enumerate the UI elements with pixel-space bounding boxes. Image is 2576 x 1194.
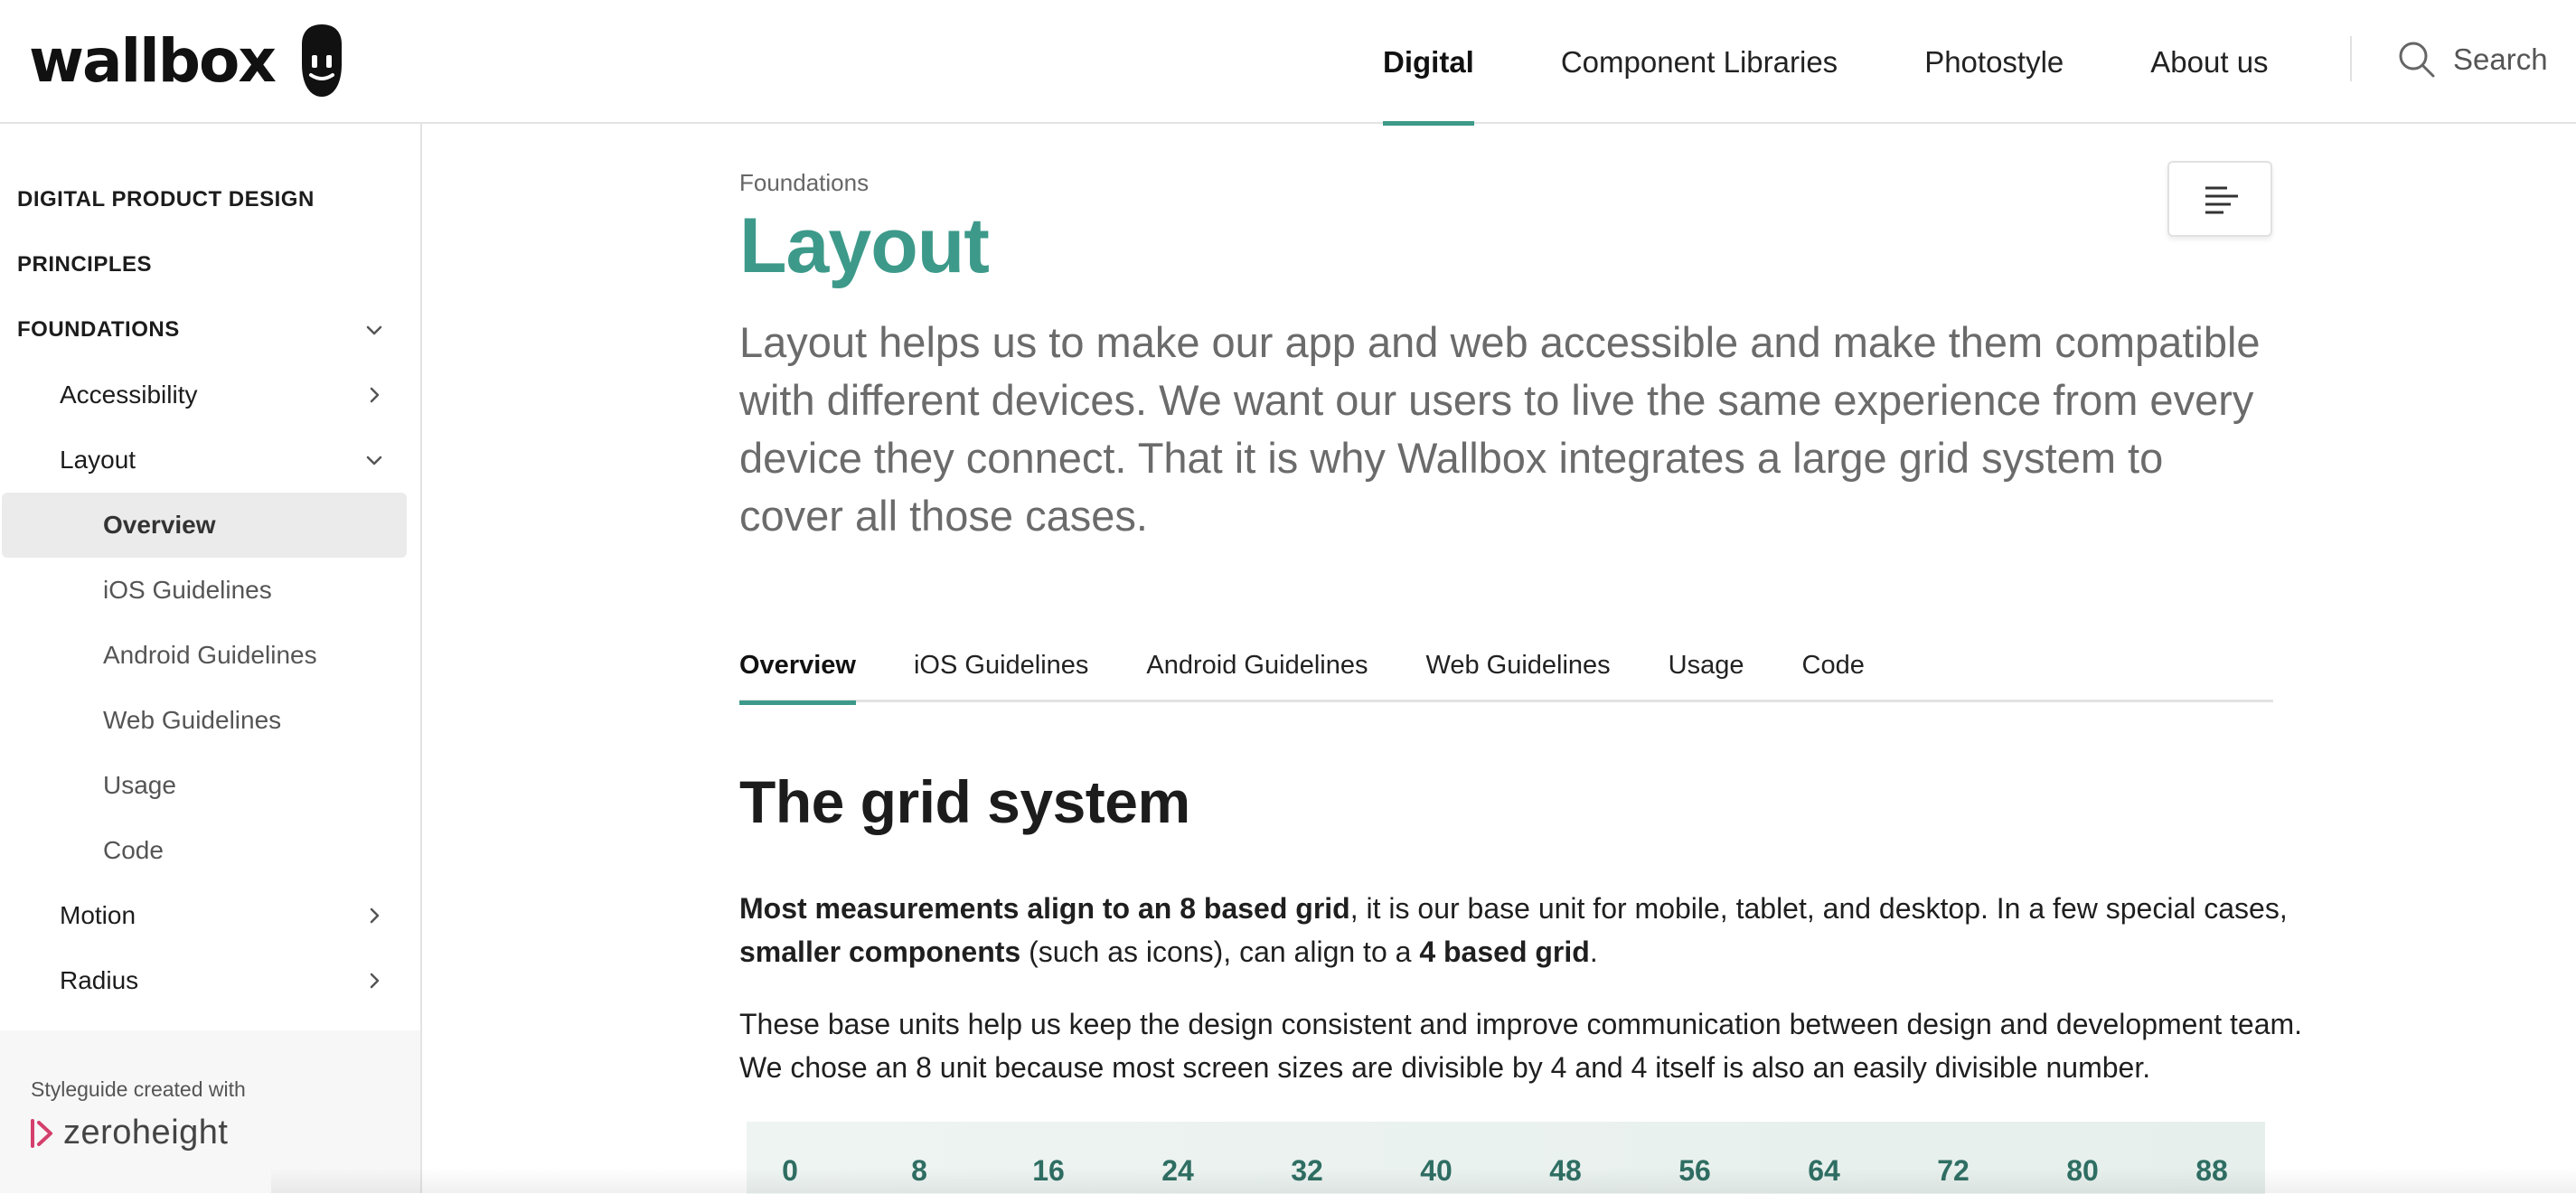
sidebar-item-label: Usage — [103, 771, 176, 799]
sidebar-item-code[interactable]: Code — [2, 818, 407, 883]
bottom-scroll-shadow — [271, 1168, 2576, 1193]
chevron-down-icon — [366, 456, 382, 465]
zeroheight-wordmark: zeroheight — [63, 1114, 229, 1152]
sidebar-item-usage[interactable]: Usage — [2, 753, 407, 818]
sidebar-item-android-guidelines[interactable]: Android Guidelines — [2, 623, 407, 688]
sidebar-item-label: PRINCIPLES — [17, 252, 153, 277]
sidebar-item-ios-guidelines[interactable]: iOS Guidelines — [2, 558, 407, 623]
search-button[interactable]: Search — [2397, 33, 2548, 87]
body-text: , it is our base unit for mobile, tablet… — [1349, 892, 2288, 925]
chevron-right-icon — [370, 387, 380, 403]
tab-android-guidelines[interactable]: Android Guidelines — [1146, 628, 1368, 702]
sidebar-item-label: Layout — [60, 446, 136, 474]
topnav-photostyle[interactable]: Photostyle — [1924, 0, 2064, 124]
body-text: (such as icons), can align to a — [1020, 935, 1420, 968]
bold-text: smaller components — [739, 935, 1021, 968]
sidebar-item-overview[interactable]: Overview — [2, 493, 407, 558]
sidebar-item-layout[interactable]: Layout — [2, 428, 407, 493]
chevron-right-icon — [370, 973, 380, 989]
breadcrumb[interactable]: Foundations — [739, 169, 869, 197]
chevron-right-icon — [370, 907, 380, 924]
tab-overview[interactable]: Overview — [739, 628, 856, 705]
sidebar-item-label: Overview — [103, 511, 216, 539]
sidebar-item-web-guidelines[interactable]: Web Guidelines — [2, 688, 407, 753]
table-of-contents-icon — [2205, 186, 2238, 214]
topnav-digital[interactable]: Digital — [1383, 0, 1474, 126]
tab-code[interactable]: Code — [1802, 628, 1865, 702]
bold-text: 4 based grid — [1419, 935, 1590, 968]
sidebar-item-label: DIGITAL PRODUCT DESIGN — [17, 187, 315, 212]
tab-web-guidelines[interactable]: Web Guidelines — [1425, 628, 1610, 702]
sidebar-item-label: Motion — [60, 901, 136, 929]
wallbox-mascot-icon — [301, 24, 342, 97]
zeroheight-link[interactable]: zeroheight — [29, 1114, 228, 1152]
section-title: The grid system — [739, 768, 1190, 835]
page-title: Layout — [739, 202, 990, 289]
sidebar-item-label: Code — [103, 836, 164, 864]
topnav-component-libraries[interactable]: Component Libraries — [1561, 0, 1838, 124]
sidebar-item-label: Web Guidelines — [103, 706, 282, 734]
chevron-down-icon — [366, 325, 382, 335]
sidebar-item-label: Radius — [60, 966, 139, 994]
search-label: Search — [2453, 42, 2548, 76]
tab-usage[interactable]: Usage — [1669, 628, 1744, 702]
sidebar-item-foundations[interactable]: FOUNDATIONS — [2, 297, 407, 362]
nav-divider — [2350, 36, 2352, 81]
sidebar-item-label: Accessibility — [60, 381, 198, 409]
sidebar: DIGITAL PRODUCT DESIGN PRINCIPLES FOUNDA… — [0, 124, 422, 1193]
sidebar-item-motion[interactable]: Motion — [2, 883, 407, 948]
logo-wordmark: wallbox — [29, 25, 277, 96]
sidebar-item-principles[interactable]: PRINCIPLES — [2, 232, 407, 297]
search-icon — [2399, 42, 2435, 78]
content-tabs: Overview iOS Guidelines Android Guidelin… — [739, 628, 2273, 705]
sidebar-item-accessibility[interactable]: Accessibility — [2, 362, 407, 428]
topnav-about-us[interactable]: About us — [2150, 0, 2268, 124]
zeroheight-logo-icon — [31, 1118, 52, 1148]
base-units-paragraph: These base units help us keep the design… — [739, 1008, 2303, 1084]
grid-description-paragraph: Most measurements align to an 8 based gr… — [739, 887, 2312, 973]
sidebar-item-label: FOUNDATIONS — [17, 317, 180, 342]
sidebar-item-digital-product-design[interactable]: DIGITAL PRODUCT DESIGN — [2, 167, 407, 232]
sidebar-item-label: Android Guidelines — [103, 641, 317, 669]
sidebar-item-radius[interactable]: Radius — [2, 948, 407, 1013]
main-content: Foundations Layout Layout helps us to ma… — [739, 124, 2302, 1194]
table-of-contents-button[interactable] — [2167, 161, 2272, 237]
footer-caption: Styleguide created with — [31, 1077, 246, 1101]
bold-text: Most measurements align to an 8 based gr… — [739, 892, 1350, 925]
top-header: wallbox Digital Component Libraries Phot… — [0, 0, 2576, 126]
top-nav: Digital Component Libraries Photostyle A… — [1383, 0, 2355, 126]
tab-ios-guidelines[interactable]: iOS Guidelines — [914, 628, 1088, 702]
intro-paragraph: Layout helps us to make our app and web … — [739, 318, 2261, 540]
wallbox-logo[interactable]: wallbox — [29, 20, 345, 101]
body-text: . — [1589, 935, 1598, 968]
sidebar-item-label: iOS Guidelines — [103, 576, 272, 604]
